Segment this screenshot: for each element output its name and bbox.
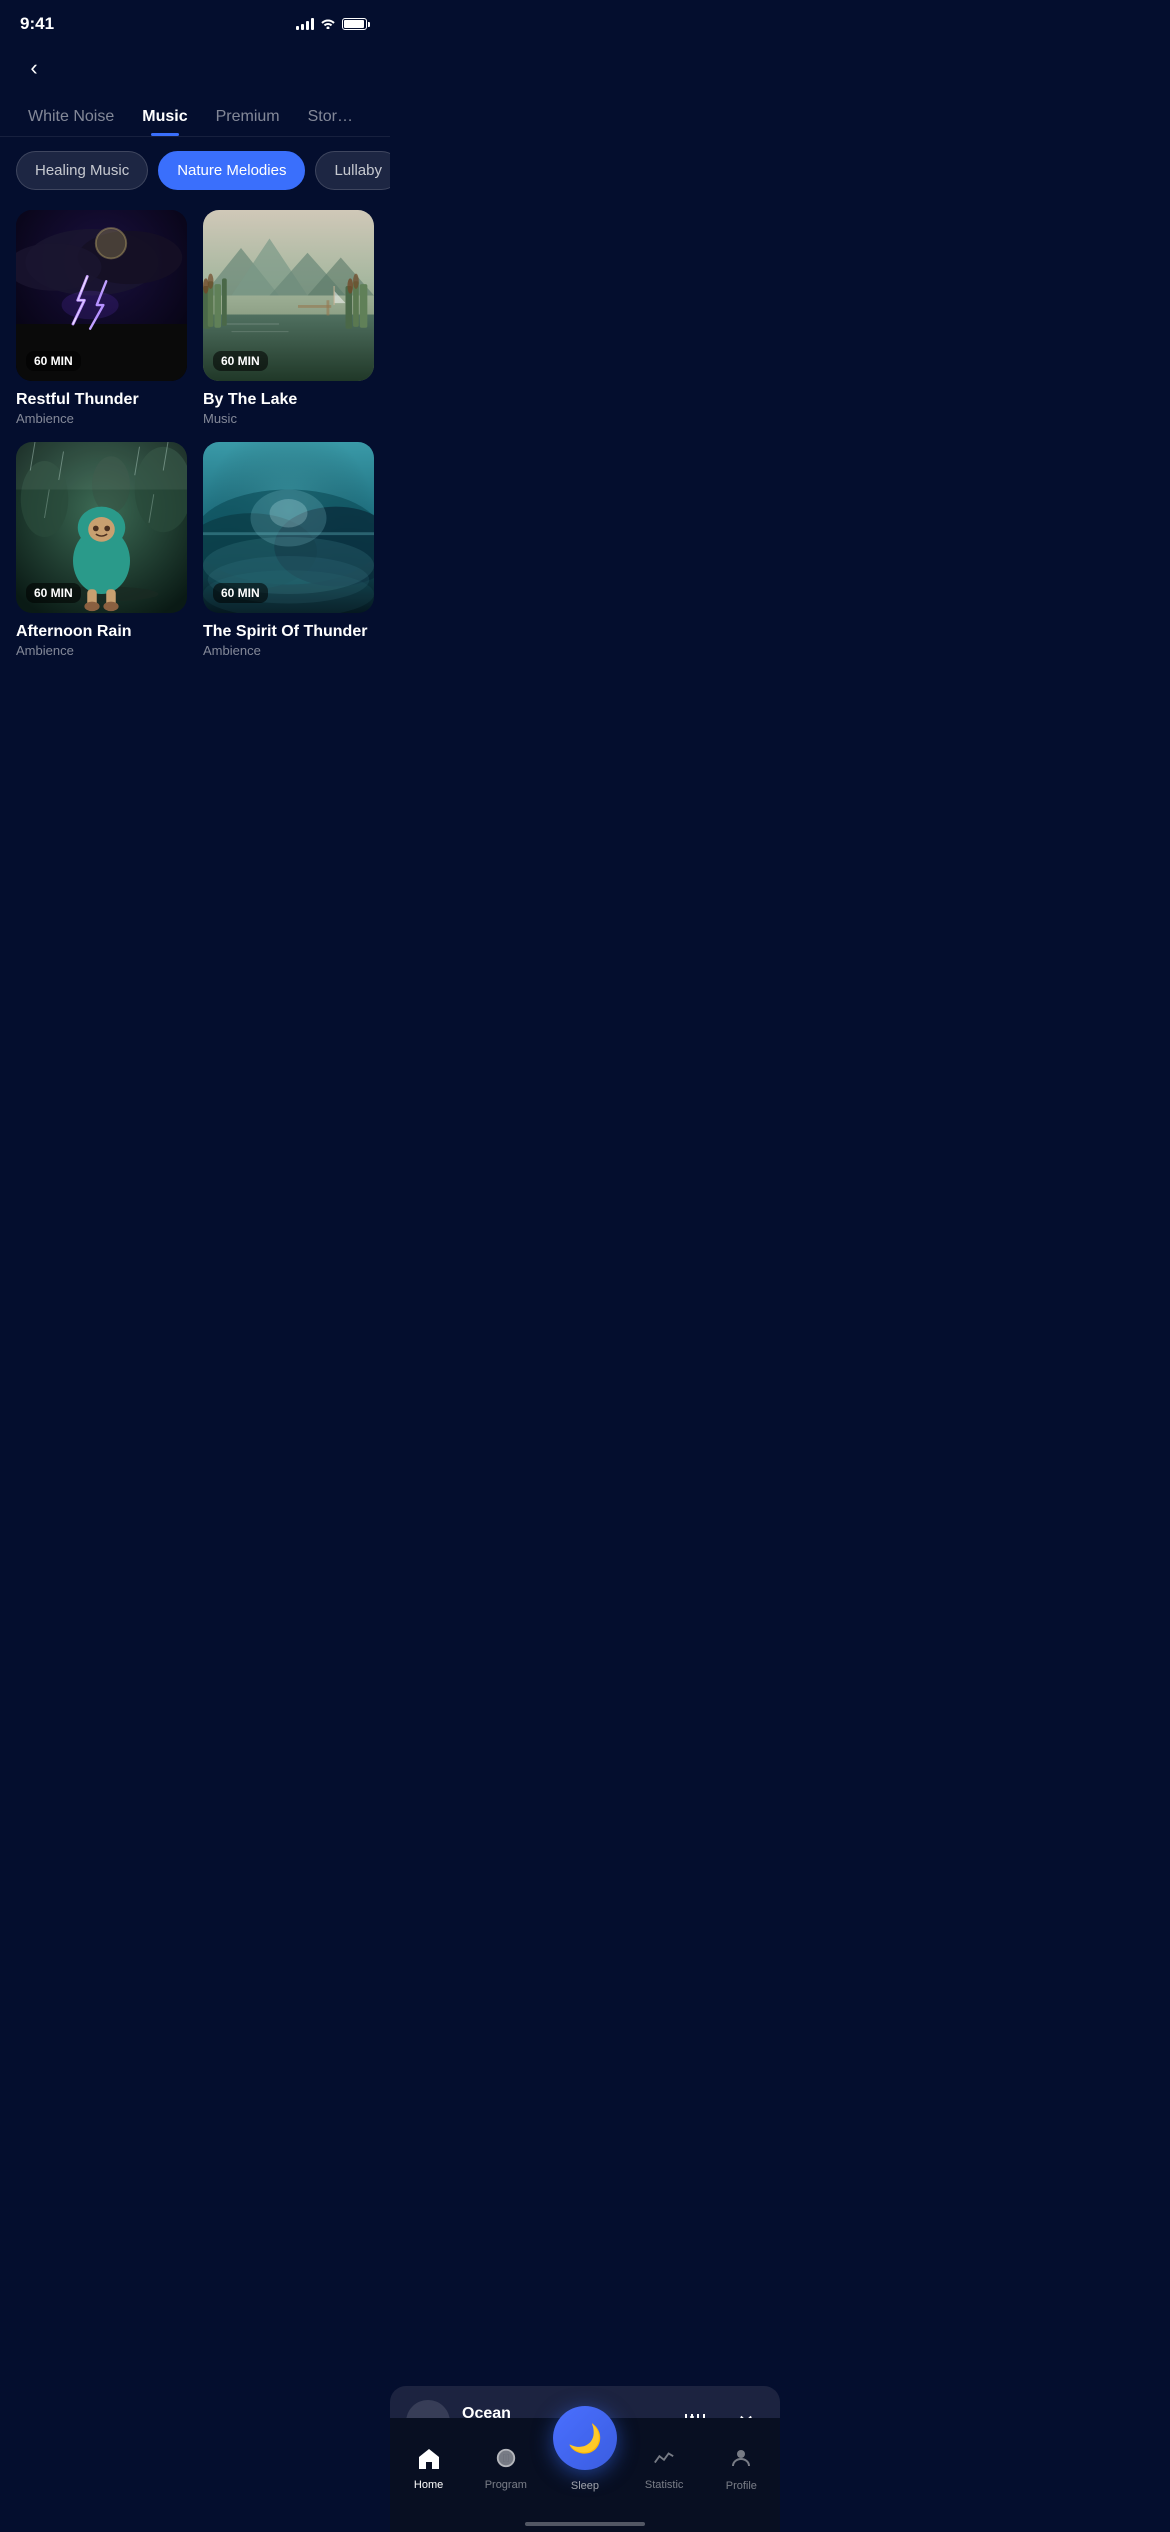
program-icon [494,2447,518,2475]
title-rain: Afternoon Rain [16,623,187,641]
nav-home-label: Home [414,2479,443,2491]
tab-navigation: White Noise Music Premium Stor… [0,102,390,136]
tab-underline [0,136,390,137]
card-restful-thunder[interactable]: 60 MIN Restful Thunder Ambience [16,210,187,426]
home-indicator [525,2522,645,2526]
battery-icon [342,18,370,30]
status-icons [296,17,370,32]
subtitle-rain: Ambience [16,643,187,658]
title-lake: By The Lake [203,391,374,409]
nav-statistic[interactable]: Statistic [634,2447,694,2491]
signal-icon [296,18,314,30]
duration-thunder: 60 MIN [26,351,81,371]
tab-music[interactable]: Music [130,102,199,132]
header: ‹ [0,42,390,102]
tab-stories[interactable]: Stor… [296,102,365,132]
tab-whitenoise[interactable]: White Noise [16,102,126,132]
subtitle-thunder: Ambience [16,411,187,426]
pill-nature[interactable]: Nature Melodies [158,151,305,190]
card-spirit-of-thunder[interactable]: 60 MIN The Spirit Of Thunder Ambience [203,442,374,658]
category-pills: Healing Music Nature Melodies Lullaby Bi… [0,151,390,210]
back-button[interactable]: ‹ [16,50,52,86]
statistic-icon [652,2447,676,2475]
title-spirit: The Spirit Of Thunder [203,623,374,641]
nav-statistic-label: Statistic [645,2479,684,2491]
nav-program-label: Program [485,2479,527,2491]
nav-profile-label: Profile [726,2480,757,2492]
pill-healing[interactable]: Healing Music [16,151,148,190]
thumb-by-the-lake: 60 MIN [203,210,374,381]
nav-sleep[interactable]: 🌙 Sleep [553,2406,617,2492]
title-thunder: Restful Thunder [16,391,187,409]
nav-sleep-label: Sleep [571,2480,599,2492]
status-bar: 9:41 [0,0,390,42]
back-arrow-icon: ‹ [30,55,37,81]
wifi-icon [320,17,336,32]
subtitle-spirit: Ambience [203,643,374,658]
status-time: 9:41 [20,14,54,34]
nav-home[interactable]: Home [399,2447,459,2491]
bottom-navigation: Home Program 🌙 Sleep Statistic [390,2418,780,2532]
card-by-the-lake[interactable]: 60 MIN By The Lake Music [203,210,374,426]
thumb-restful-thunder: 60 MIN [16,210,187,381]
duration-spirit: 60 MIN [213,583,268,603]
card-afternoon-rain[interactable]: 60 MIN Afternoon Rain Ambience [16,442,187,658]
home-icon [417,2447,441,2475]
sleep-button[interactable]: 🌙 [553,2406,617,2470]
tab-premium[interactable]: Premium [204,102,292,132]
thumb-spirit-of-thunder: 60 MIN [203,442,374,613]
thumb-afternoon-rain: 60 MIN [16,442,187,613]
sleep-icon: 🌙 [568,2422,603,2455]
duration-rain: 60 MIN [26,583,81,603]
nav-program[interactable]: Program [476,2447,536,2491]
profile-icon [729,2446,753,2476]
subtitle-lake: Music [203,411,374,426]
pill-lullaby[interactable]: Lullaby [315,151,390,190]
duration-lake: 60 MIN [213,351,268,371]
music-grid: 60 MIN Restful Thunder Ambience [0,210,390,658]
nav-profile[interactable]: Profile [711,2446,771,2492]
